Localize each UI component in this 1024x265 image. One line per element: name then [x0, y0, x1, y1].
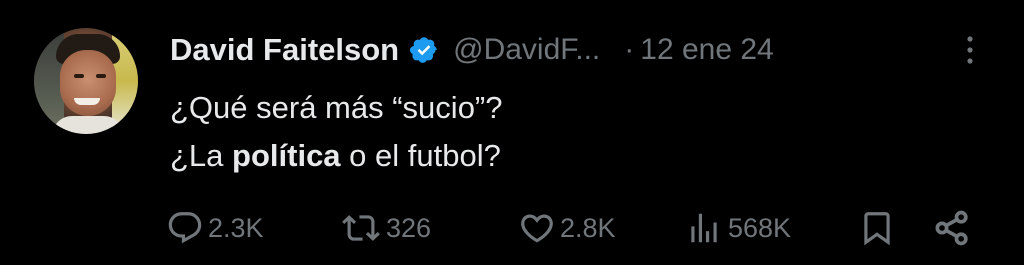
avatar-smile — [74, 98, 100, 105]
tweet-text-suffix: o el futbol? — [340, 138, 501, 173]
like-count: 2.8K — [560, 212, 616, 243]
more-options-icon[interactable] — [962, 32, 978, 68]
share-button[interactable] — [932, 205, 972, 251]
heart-icon — [518, 209, 556, 247]
tweet-header: David Faitelson @DavidF... · 12 ene 24 — [170, 28, 774, 72]
avatar-shirt — [52, 116, 124, 134]
avatar-eye-right — [96, 74, 106, 78]
views-icon — [684, 209, 724, 247]
like-button[interactable]: 2.8K — [518, 205, 616, 251]
author-name[interactable]: David Faitelson — [170, 32, 399, 68]
meta-separator: · — [624, 33, 635, 66]
retweet-count: 326 — [386, 212, 432, 243]
bookmark-icon — [858, 209, 896, 247]
tweet-card[interactable]: David Faitelson @DavidF... · 12 ene 24 ¿… — [0, 0, 1024, 265]
retweet-icon — [340, 209, 382, 247]
avatar-face — [60, 50, 116, 116]
views-button[interactable]: 568K — [684, 205, 791, 251]
bookmark-button[interactable] — [858, 205, 896, 251]
share-icon — [932, 208, 972, 248]
reply-icon — [166, 209, 204, 247]
tweet-date[interactable]: 12 ene 24 — [640, 33, 773, 67]
reply-button[interactable]: 2.3K — [166, 205, 264, 251]
tweet-text-prefix: ¿La — [170, 138, 233, 173]
reply-count: 2.3K — [208, 212, 264, 243]
tweet-text-line-2: ¿La política o el futbol? — [170, 132, 503, 180]
avatar-eye-left — [74, 74, 84, 78]
tweet-text-line-1: ¿Qué será más “sucio”? — [170, 90, 503, 125]
verified-badge-icon[interactable] — [409, 35, 439, 65]
avatar[interactable] — [34, 28, 138, 134]
tweet-text-bold: política — [232, 138, 341, 173]
views-count: 568K — [728, 212, 792, 243]
tweet-text: ¿Qué será más “sucio”? ¿La política o el… — [170, 84, 503, 180]
author-handle[interactable]: @DavidF... — [453, 33, 600, 67]
retweet-button[interactable]: 326 — [340, 205, 431, 251]
action-bar: 2.3K 326 2.8K 568K — [0, 205, 1024, 251]
